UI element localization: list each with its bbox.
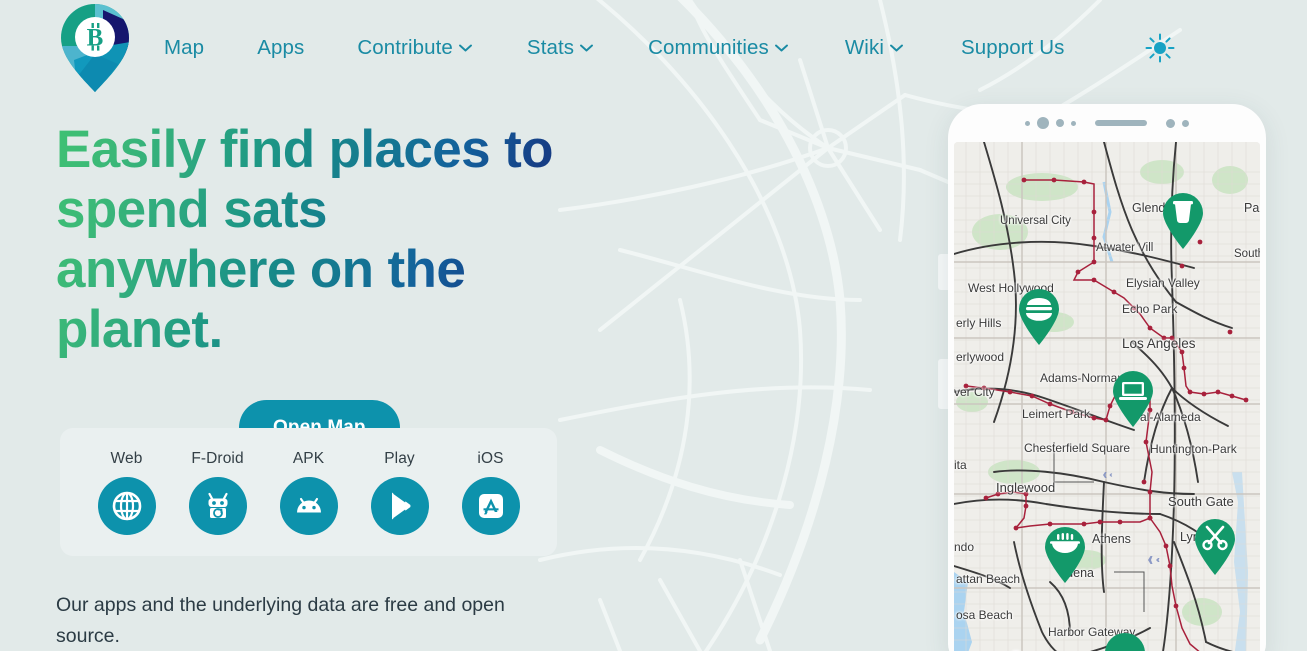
page-title: Easily find places to spend sats anywher… (56, 120, 556, 360)
app-link-ios[interactable]: iOS (461, 449, 520, 535)
nav-item-wiki[interactable]: Wiki (845, 30, 903, 66)
phone-top-bar (948, 104, 1266, 142)
nav-links: Map Apps Contribute Stats Communities Wi… (164, 30, 1177, 66)
nav-item-support-us[interactable]: Support Us (961, 30, 1065, 66)
app-link-label: APK (292, 449, 325, 467)
camera-dot-icon (1056, 119, 1064, 127)
app-link-label: Web (110, 449, 143, 467)
camera-dot-icon (1037, 117, 1049, 129)
app-store-icon (461, 476, 520, 535)
nav-item-contribute[interactable]: Contribute (357, 30, 472, 66)
nav-item-communities[interactable]: Communities (648, 30, 788, 66)
phone-frame: Universal City Glendale Pa Atwater Vill … (948, 104, 1266, 651)
camera-dot-icon (1071, 120, 1076, 126)
nav-label: Apps (257, 36, 305, 59)
app-link-play[interactable]: Play (370, 449, 429, 535)
nav-label: Map (164, 36, 205, 59)
speaker-grille-icon (1095, 120, 1147, 126)
nav-item-stats[interactable]: Stats (526, 30, 594, 66)
nav-label: Stats (526, 36, 575, 59)
phone-mockup: Universal City Glendale Pa Atwater Vill … (938, 104, 1268, 651)
btcmap-pin-logo[interactable]: B (56, 2, 134, 94)
camera-dot-icon (1025, 120, 1030, 126)
sun-icon[interactable] (1143, 31, 1177, 65)
app-link-fdroid[interactable]: F-Droid (188, 449, 247, 535)
nav-label: Communities (648, 36, 769, 59)
landing-page: B Map Apps Contribute Stats Communities … (0, 0, 1307, 651)
app-links-card: Web F-Droid APK Play iOS (60, 428, 557, 556)
hero-section: Easily find places to spend sats anywher… (56, 120, 616, 455)
app-link-apk[interactable]: APK (279, 449, 338, 535)
nav-label: Contribute (357, 36, 453, 59)
nav-item-map[interactable]: Map (164, 30, 204, 66)
chevron-down-icon (458, 44, 472, 52)
nav-label: Wiki (844, 36, 884, 59)
camera-dot-icon (1166, 118, 1175, 128)
globe-icon (97, 476, 156, 535)
camera-dot-icon (1182, 119, 1189, 127)
app-link-web[interactable]: Web (97, 449, 156, 535)
hero-subtext: Our apps and the underlying data are fre… (56, 594, 505, 647)
app-link-label: iOS (477, 449, 504, 467)
google-play-icon (370, 476, 429, 535)
svg-text:B: B (87, 25, 104, 52)
fdroid-robot-icon (188, 476, 247, 535)
nav-label: Support Us (960, 36, 1065, 59)
chevron-down-icon (890, 44, 903, 52)
chevron-down-icon (580, 44, 594, 52)
nav-item-apps[interactable]: Apps (257, 30, 304, 66)
android-head-icon (279, 476, 338, 535)
chevron-down-icon (774, 44, 788, 52)
map-canvas (954, 142, 1260, 651)
phone-map-screen[interactable]: Universal City Glendale Pa Atwater Vill … (954, 142, 1260, 651)
app-link-label: F-Droid (191, 449, 244, 467)
app-link-label: Play (384, 449, 415, 467)
main-navigation: B Map Apps Contribute Stats Communities … (0, 0, 1307, 96)
